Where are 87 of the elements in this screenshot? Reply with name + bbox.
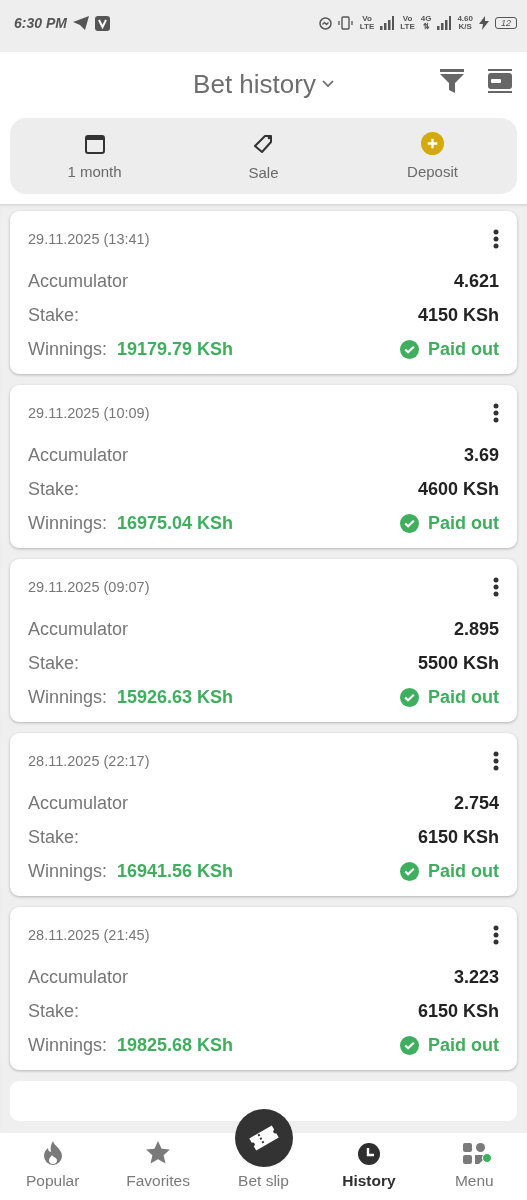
status-label: Paid out (428, 861, 499, 882)
network-label: Vo LTE (359, 15, 375, 31)
bet-type: Accumulator (28, 619, 129, 640)
stake-label: Stake: (28, 305, 80, 326)
send-icon (72, 16, 89, 30)
calendar-icon (83, 132, 106, 155)
winnings-value: 15926.63 KSh (117, 687, 234, 708)
check-circle-icon (400, 514, 419, 533)
charging-icon (479, 16, 489, 30)
network-label: 4.60 K/S (457, 15, 473, 31)
bet-date: 28.11.2025 (22:17) (28, 753, 150, 769)
filter-button[interactable]: 1 month (10, 118, 179, 194)
clock-time: 6:30 PM (14, 15, 67, 31)
status-label: Paid out (428, 513, 499, 534)
stake-label: Stake: (28, 479, 80, 500)
bet-card[interactable]: 29.11.2025 (10:09) Accumulator 3.69 Stake: 4600 KSh Winnings: 16975.04 KSh Paid out (10, 385, 517, 548)
check-circle-icon (400, 862, 419, 881)
filter-button[interactable]: Deposit (348, 118, 517, 194)
check-circle-icon (400, 1036, 419, 1055)
stake-value: 6150 KSh (417, 827, 499, 848)
bet-card[interactable]: 28.11.2025 (21:45) Accumulator 3.223 Stake: 6150 KSh Winnings: 19825.68 KSh Paid out (10, 907, 517, 1070)
bet-card[interactable]: 28.11.2025 (22:17) Accumulator 2.754 Stake: 6150 KSh Winnings: 16941.56 KSh Paid out (10, 733, 517, 896)
winnings-value: 19179.79 KSh (117, 339, 234, 360)
status-label: Paid out (428, 687, 499, 708)
status-label: Paid out (428, 1035, 499, 1056)
stake-value: 5500 KSh (417, 653, 499, 674)
more-icon[interactable] (493, 925, 499, 945)
winnings-label: Winnings: (28, 1035, 108, 1056)
stake-value: 4600 KSh (417, 479, 499, 500)
filter-icon[interactable] (439, 68, 465, 94)
bet-date: 29.11.2025 (09:07) (28, 579, 150, 595)
winnings-value: 16941.56 KSh (117, 861, 234, 882)
odds-value: 4.621 (453, 271, 499, 292)
bet-date: 29.11.2025 (13:41) (28, 231, 150, 247)
star-icon (145, 1140, 172, 1166)
nav-tab[interactable]: Popular (0, 1133, 106, 1200)
flame-icon (41, 1140, 64, 1166)
odds-value: 3.69 (463, 445, 499, 466)
app-icon (94, 15, 110, 31)
more-icon[interactable] (493, 403, 499, 423)
stake-value: 4150 KSh (417, 305, 499, 326)
bet-slip-button[interactable] (234, 1109, 293, 1167)
bet-type: Accumulator (28, 793, 129, 814)
chevron-down-icon[interactable] (321, 80, 334, 88)
bet-type: Accumulator (28, 445, 129, 466)
vibrate-icon (337, 16, 354, 30)
battery-level: 12 (495, 17, 517, 29)
nav-tab[interactable]: Bet slip (210, 1172, 317, 1200)
network-label: 4G ⇅ (420, 15, 432, 31)
winnings-label: Winnings: (28, 513, 108, 534)
grid-icon (462, 1142, 487, 1166)
check-circle-icon (400, 340, 419, 359)
nav-tab[interactable]: Menu (421, 1133, 527, 1200)
stake-value: 6150 KSh (417, 1001, 499, 1022)
winnings-value: 16975.04 KSh (117, 513, 234, 534)
bet-type: Accumulator (28, 967, 129, 988)
clock-icon (356, 1142, 381, 1166)
status-label: Paid out (428, 339, 499, 360)
bet-date: 29.11.2025 (10:09) (28, 405, 150, 421)
winnings-value: 19825.68 KSh (117, 1035, 234, 1056)
odds-value: 2.754 (453, 793, 499, 814)
winnings-label: Winnings: (28, 687, 108, 708)
signal-icon (437, 16, 452, 30)
bet-card[interactable]: 29.11.2025 (09:07) Accumulator 2.895 Stake: 5500 KSh Winnings: 15926.63 KSh Paid out (10, 559, 517, 722)
dnd-icon (318, 16, 332, 30)
signal-icon (380, 16, 395, 30)
stake-label: Stake: (28, 1001, 80, 1022)
stake-label: Stake: (28, 827, 80, 848)
winnings-label: Winnings: (28, 339, 108, 360)
odds-value: 2.895 (453, 619, 499, 640)
bet-card[interactable]: 29.11.2025 (13:41) Accumulator 4.621 Stake: 4150 KSh Winnings: 19179.79 KSh Paid out (10, 211, 517, 374)
network-label: Vo LTE (400, 15, 415, 31)
more-icon[interactable] (493, 751, 499, 771)
nav-tab[interactable]: Favorites (105, 1133, 211, 1200)
winnings-label: Winnings: (28, 861, 108, 882)
plus-icon (421, 132, 444, 155)
more-icon[interactable] (493, 577, 499, 597)
bet-date: 28.11.2025 (21:45) (28, 927, 150, 943)
bet-type: Accumulator (28, 271, 129, 292)
filter-button[interactable]: Sale (179, 118, 348, 194)
odds-value: 3.223 (453, 967, 499, 988)
page-title: Bet history (193, 68, 316, 100)
more-icon[interactable] (493, 229, 499, 249)
nav-tab[interactable]: History (316, 1133, 422, 1200)
list-view-icon[interactable] (487, 68, 513, 94)
check-circle-icon (400, 688, 419, 707)
stake-label: Stake: (28, 653, 80, 674)
